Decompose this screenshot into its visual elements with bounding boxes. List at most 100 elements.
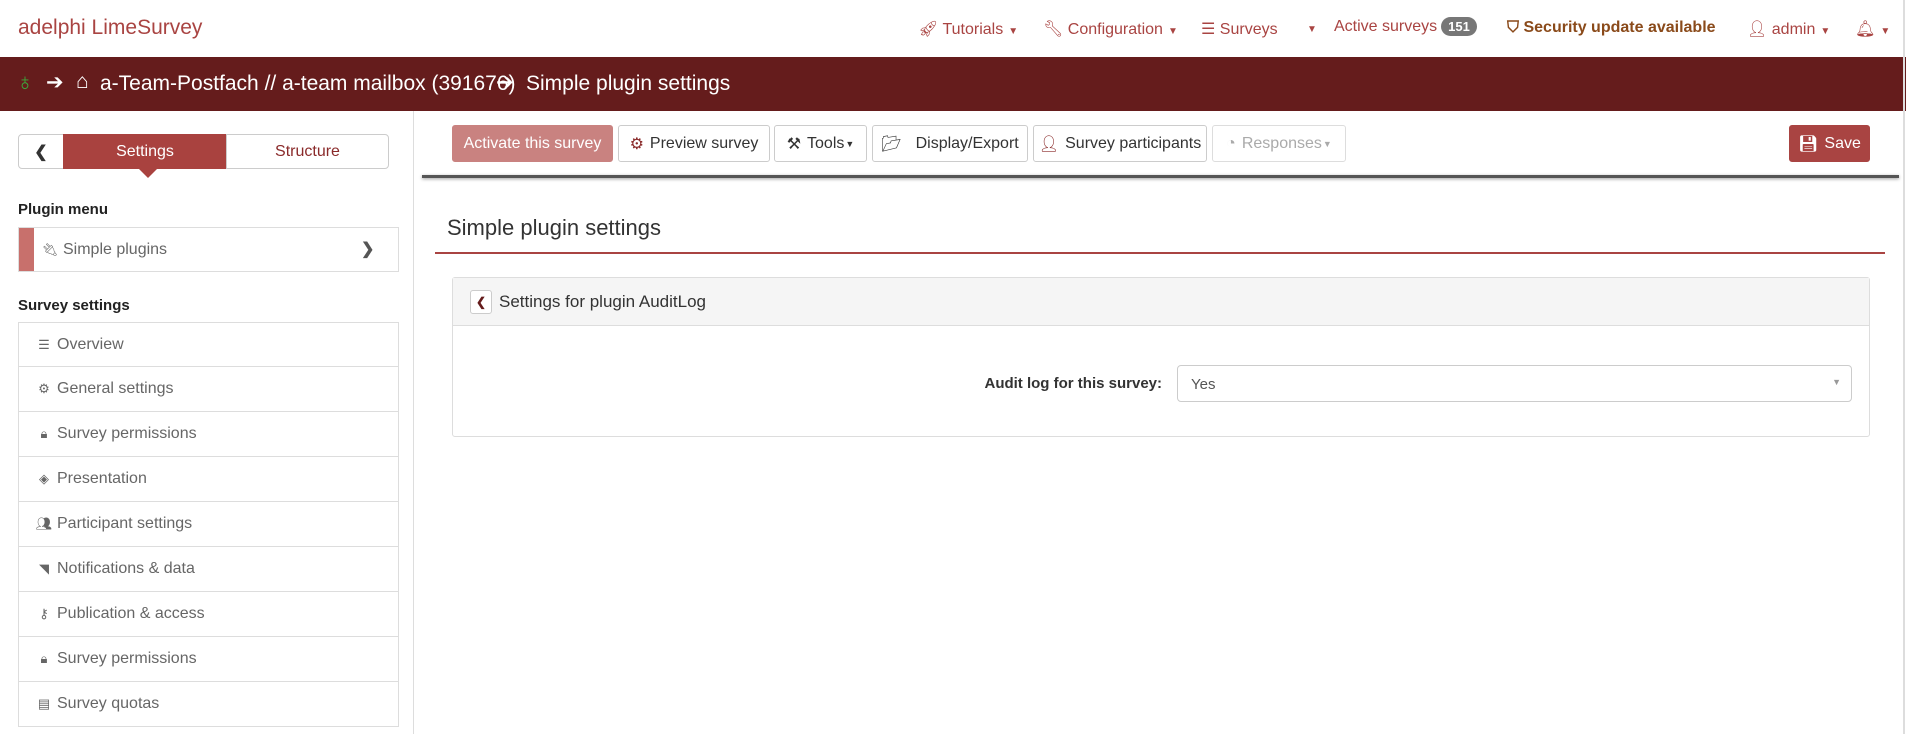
tab-structure[interactable]: Structure: [226, 134, 389, 169]
scrollbar[interactable]: [1903, 0, 1905, 734]
top-navbar: adelphi LimeSurvey 🚀︎ Tutorials ▼ 🔧︎ Conf…: [0, 0, 1906, 57]
sidebar-item-simple-plugins[interactable]: 🔌︎ Simple plugins ❯: [18, 227, 399, 272]
active-surveys-label: Active surveys: [1334, 18, 1438, 35]
panel-header: ❮ Settings for plugin AuditLog: [453, 278, 1869, 326]
surveys-link[interactable]: ☰ Surveys: [1201, 19, 1278, 39]
configuration-menu[interactable]: 🔧︎ Configuration ▼: [1043, 19, 1178, 39]
tutorials-menu[interactable]: 🚀︎ Tutorials ▼: [918, 19, 1018, 39]
participants-label: Survey participants: [1065, 134, 1202, 152]
configuration-label: Configuration: [1067, 21, 1163, 38]
preview-label: Preview survey: [649, 134, 759, 152]
tools-dropdown[interactable]: ⚒ Tools ▼: [774, 125, 867, 162]
display-export-button[interactable]: 📂︎ Display/Export: [872, 125, 1028, 162]
toolbar-divider: [422, 175, 1899, 178]
sidebar-item[interactable]: ◥ Notifications & data: [18, 547, 399, 592]
audit-log-label: Audit log for this survey:: [984, 375, 1162, 392]
key-icon: ⚷: [39, 606, 49, 621]
title-underline: [435, 252, 1885, 254]
active-surveys-badge: 151: [1441, 17, 1477, 36]
user-label: admin: [1771, 21, 1816, 38]
caret-down-icon: ▼: [1322, 138, 1332, 149]
sidebar-item[interactable]: 👥︎ Participant settings: [18, 502, 399, 547]
plugin-menu-heading: Plugin menu: [18, 201, 108, 218]
preview-survey-button[interactable]: ⚙ Preview survey: [618, 125, 770, 162]
eye-slash-icon: ◈: [39, 471, 49, 486]
sidebar-item-label: General settings: [57, 380, 174, 397]
sidebar-item-label: Survey quotas: [57, 695, 160, 712]
sidebar-item-label: Presentation: [57, 470, 147, 487]
activate-survey-button[interactable]: Activate this survey: [452, 125, 613, 162]
active-tab-pointer: [139, 169, 157, 178]
rss-icon: ◥: [39, 561, 49, 576]
security-label: Security update available: [1523, 19, 1716, 36]
active-surveys-link[interactable]: Active surveys 151: [1334, 17, 1477, 36]
chevron-left-icon: ❮: [475, 295, 487, 309]
caret-down-icon: ▼: [1820, 26, 1831, 37]
shield-icon: ⛉: [1507, 19, 1520, 36]
wrench-icon: 🔧︎: [1043, 21, 1064, 38]
sidebar-item[interactable]: ☰ Overview: [18, 322, 399, 367]
chevron-right-icon: ❯: [361, 241, 375, 258]
sidebar-item[interactable]: ⚷ Publication & access: [18, 592, 399, 637]
plugin-settings-panel: ❮ Settings for plugin AuditLog Audit log…: [452, 277, 1870, 437]
collapse-sidebar-button[interactable]: ❮: [18, 134, 64, 169]
plug-icon: 🔌︎: [41, 241, 59, 257]
folder-open-icon: 📂︎: [881, 135, 902, 153]
lock-icon: 🔒︎: [40, 651, 48, 666]
breadcrumb: ♁ ➔ ⌂ a-Team-Postfach // a-team mailbox …: [0, 57, 1906, 111]
tools-label: Tools: [807, 134, 845, 152]
caret-down-icon: ▼: [1167, 26, 1178, 37]
sidebar-item-label: Survey permissions: [57, 425, 197, 442]
sidebar-item-label: Publication & access: [57, 605, 205, 622]
arrow-right-icon: ➔: [496, 71, 514, 94]
save-button[interactable]: 💾︎ Save: [1789, 125, 1870, 162]
sidebar-item-label: Participant settings: [57, 515, 193, 532]
tasks-icon: ▤: [37, 696, 51, 711]
responses-label: Responses: [1241, 134, 1322, 152]
user-menu[interactable]: 👤︎ admin ▼: [1747, 19, 1830, 39]
breadcrumb-survey[interactable]: a-Team-Postfach // a-team mailbox (39167…: [100, 72, 516, 96]
tutorials-label: Tutorials: [942, 21, 1004, 38]
sidebar-item[interactable]: 🔒︎ Survey permissions: [18, 412, 399, 457]
bell-icon: 🔔︎: [1855, 21, 1876, 38]
lock-icon: 🔒︎: [40, 426, 48, 441]
chevron-left-icon: ❮: [34, 143, 48, 161]
notifications-menu[interactable]: 🔔︎ ▼: [1855, 19, 1890, 39]
survey-settings-heading: Survey settings: [18, 297, 130, 314]
caret-down-icon: ▼: [845, 138, 855, 149]
save-icon: 💾︎: [1798, 135, 1819, 153]
surveys-dropdown[interactable]: ▼: [1302, 19, 1317, 37]
gears-icon: ⚙: [38, 381, 50, 396]
sidebar-item-label: Simple plugins: [63, 240, 168, 258]
active-indicator: [19, 228, 34, 271]
users-icon: 👥︎: [35, 516, 53, 531]
caret-down-icon: ▼: [1008, 26, 1019, 37]
sidebar-item[interactable]: ▤ Survey quotas: [18, 682, 399, 727]
arrow-right-icon: ➔: [46, 71, 64, 94]
responses-icon: ◔: [1226, 134, 1236, 152]
security-update-link[interactable]: ⛉ Security update available: [1507, 19, 1716, 37]
panel-title: Settings for plugin AuditLog: [499, 292, 706, 311]
panel-back-button[interactable]: ❮: [470, 290, 492, 314]
sidebar-item[interactable]: ⚙ General settings: [18, 367, 399, 412]
gear-icon: ⚙: [629, 135, 644, 153]
surveys-label: Surveys: [1219, 21, 1278, 38]
caret-down-icon: ▼: [1880, 26, 1891, 37]
sidebar-item[interactable]: ◈ Presentation: [18, 457, 399, 502]
sidebar-item-label: Notifications & data: [57, 560, 195, 577]
home-icon[interactable]: ⌂: [76, 70, 89, 94]
save-label: Save: [1824, 134, 1861, 152]
limesurvey-logo-icon[interactable]: ♁: [16, 69, 34, 97]
tab-settings[interactable]: Settings: [63, 134, 227, 169]
caret-down-icon: ▼: [1832, 377, 1841, 387]
rocket-icon: 🚀︎: [918, 21, 939, 38]
sidebar-divider: [413, 111, 414, 734]
user-icon: 👤︎: [1747, 21, 1768, 38]
sidebar-item[interactable]: 🔒︎ Survey permissions: [18, 637, 399, 682]
list-icon: ☰: [38, 336, 50, 352]
audit-log-select[interactable]: Yes ▼: [1177, 365, 1852, 402]
brand-link[interactable]: adelphi LimeSurvey: [18, 16, 202, 40]
survey-participants-button[interactable]: 👤︎ Survey participants: [1033, 125, 1207, 162]
responses-dropdown[interactable]: ◔ Responses ▼: [1212, 125, 1346, 162]
display-export-label: Display/Export: [915, 134, 1019, 152]
